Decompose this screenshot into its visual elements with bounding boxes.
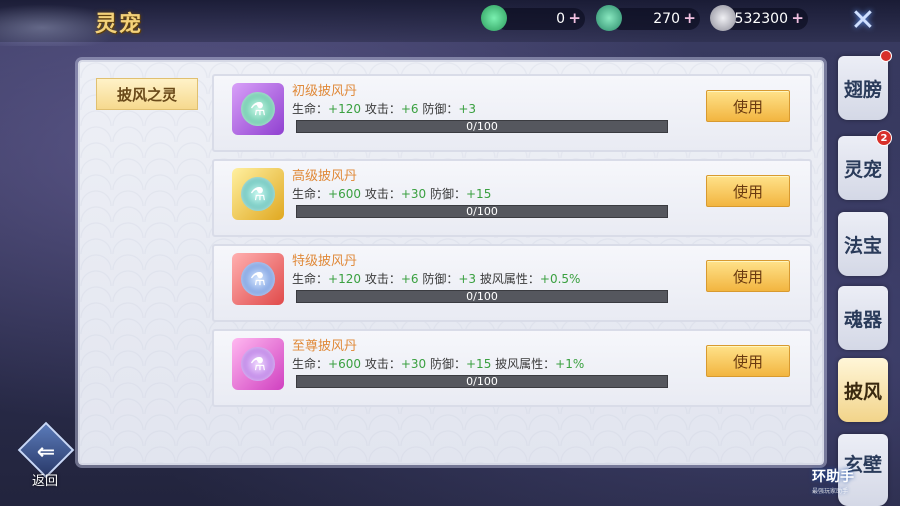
list-item: ⚗ 高级披风丹 生命：+600 攻击：+30 防御：+15 0/100 使用 bbox=[212, 159, 812, 237]
progress-bar: 0/100 bbox=[296, 290, 668, 303]
cape-pill-icon: ⚗ bbox=[241, 262, 275, 296]
currency-value: 0 bbox=[556, 11, 565, 27]
list-item: ⚗ 初级披风丹 生命：+120 攻击：+6 防御：+3 0/100 使用 bbox=[212, 74, 812, 152]
currency-jade-coins[interactable]: 270 + bbox=[596, 5, 700, 31]
item-stats: 生命：+600 攻击：+30 防御：+15 披风属性：+1% bbox=[292, 357, 585, 371]
main-panel: 披风之灵 ⚗ 初级披风丹 生命：+120 攻击：+6 防御：+3 0/100 使… bbox=[78, 60, 824, 465]
page-title: 灵宠 bbox=[95, 12, 144, 37]
side-tab-label: 翅膀 bbox=[843, 78, 882, 101]
progress-text: 0/100 bbox=[466, 375, 498, 388]
side-tab-label: 灵宠 bbox=[843, 158, 882, 181]
item-name: 至尊披风丹 bbox=[292, 339, 358, 354]
list-item: ⚗ 至尊披风丹 生命：+600 攻击：+30 防御：+15 披风属性：+1% 0… bbox=[212, 329, 812, 407]
item-icon-frame[interactable]: ⚗ bbox=[232, 253, 284, 305]
progress-text: 0/100 bbox=[466, 290, 498, 303]
add-currency-icon[interactable]: + bbox=[683, 9, 696, 27]
use-button[interactable]: 使用 bbox=[706, 90, 790, 122]
item-stats: 生命：+120 攻击：+6 防御：+3 披风属性：+0.5% bbox=[292, 272, 581, 286]
silver-coin-icon bbox=[710, 5, 736, 31]
currency-value: 532300 bbox=[734, 11, 788, 27]
item-name: 初级披风丹 bbox=[292, 84, 358, 99]
side-tab-wings[interactable]: 翅膀 bbox=[838, 50, 892, 120]
currency-silver[interactable]: 532300 + bbox=[710, 5, 808, 31]
jade-dragon-icon bbox=[481, 5, 507, 31]
currency-jade[interactable]: 0 + bbox=[481, 5, 585, 31]
progress-bar: 0/100 bbox=[296, 120, 668, 133]
item-icon-frame[interactable]: ⚗ bbox=[232, 338, 284, 390]
use-button[interactable]: 使用 bbox=[706, 175, 790, 207]
side-tab-spirit-pet[interactable]: 灵宠 2 bbox=[838, 130, 892, 200]
watermark-logo: 环助手 最强玩家助手 bbox=[812, 466, 892, 500]
cape-pill-icon: ⚗ bbox=[241, 92, 275, 126]
item-icon-frame[interactable]: ⚗ bbox=[232, 83, 284, 135]
side-tab-treasure[interactable]: 法宝 bbox=[838, 212, 888, 276]
watermark-sub: 最强玩家助手 bbox=[812, 488, 849, 495]
back-label: 返回 bbox=[31, 474, 58, 489]
item-stats: 生命：+600 攻击：+30 防御：+15 bbox=[292, 187, 492, 201]
list-item: ⚗ 特级披风丹 生命：+120 攻击：+6 防御：+3 披风属性：+0.5% 0… bbox=[212, 244, 812, 322]
add-currency-icon[interactable]: + bbox=[791, 9, 804, 27]
item-name: 特级披风丹 bbox=[292, 254, 358, 269]
item-stats: 生命：+120 攻击：+6 防御：+3 bbox=[292, 102, 477, 116]
back-arrow-icon: ⇐ bbox=[36, 440, 56, 465]
side-tab-label: 法宝 bbox=[843, 234, 882, 257]
use-button[interactable]: 使用 bbox=[706, 345, 790, 377]
close-button[interactable]: ✕ bbox=[846, 4, 880, 38]
top-bar: 灵宠 0 + 270 + 532300 + ✕ bbox=[0, 0, 900, 46]
progress-text: 0/100 bbox=[466, 205, 498, 218]
use-button[interactable]: 使用 bbox=[706, 260, 790, 292]
currency-value: 270 bbox=[653, 11, 680, 27]
item-list: ⚗ 初级披风丹 生命：+120 攻击：+6 防御：+3 0/100 使用 ⚗ 高… bbox=[212, 74, 812, 414]
cape-pill-icon: ⚗ bbox=[241, 347, 275, 381]
side-tab-cape[interactable]: 披风 bbox=[838, 358, 888, 422]
close-icon: ✕ bbox=[850, 3, 876, 38]
side-tab-soul-artifact[interactable]: 魂器 bbox=[838, 286, 888, 350]
progress-bar: 0/100 bbox=[296, 205, 668, 218]
jade-coin-stack-icon bbox=[596, 5, 622, 31]
add-currency-icon[interactable]: + bbox=[568, 9, 581, 27]
notification-badge: 2 bbox=[876, 130, 892, 146]
back-button[interactable]: ⇐ 返回 bbox=[16, 421, 75, 489]
category-tab-cape-spirit[interactable]: 披风之灵 bbox=[96, 78, 198, 110]
side-tab-label: 披风 bbox=[843, 380, 882, 403]
progress-text: 0/100 bbox=[466, 120, 498, 133]
progress-bar: 0/100 bbox=[296, 375, 668, 388]
watermark-main: 环助手 bbox=[812, 469, 854, 485]
side-tab-label: 魂器 bbox=[843, 308, 882, 331]
item-icon-frame[interactable]: ⚗ bbox=[232, 168, 284, 220]
cape-pill-icon: ⚗ bbox=[241, 177, 275, 211]
notification-dot bbox=[880, 50, 892, 62]
item-name: 高级披风丹 bbox=[292, 169, 358, 184]
